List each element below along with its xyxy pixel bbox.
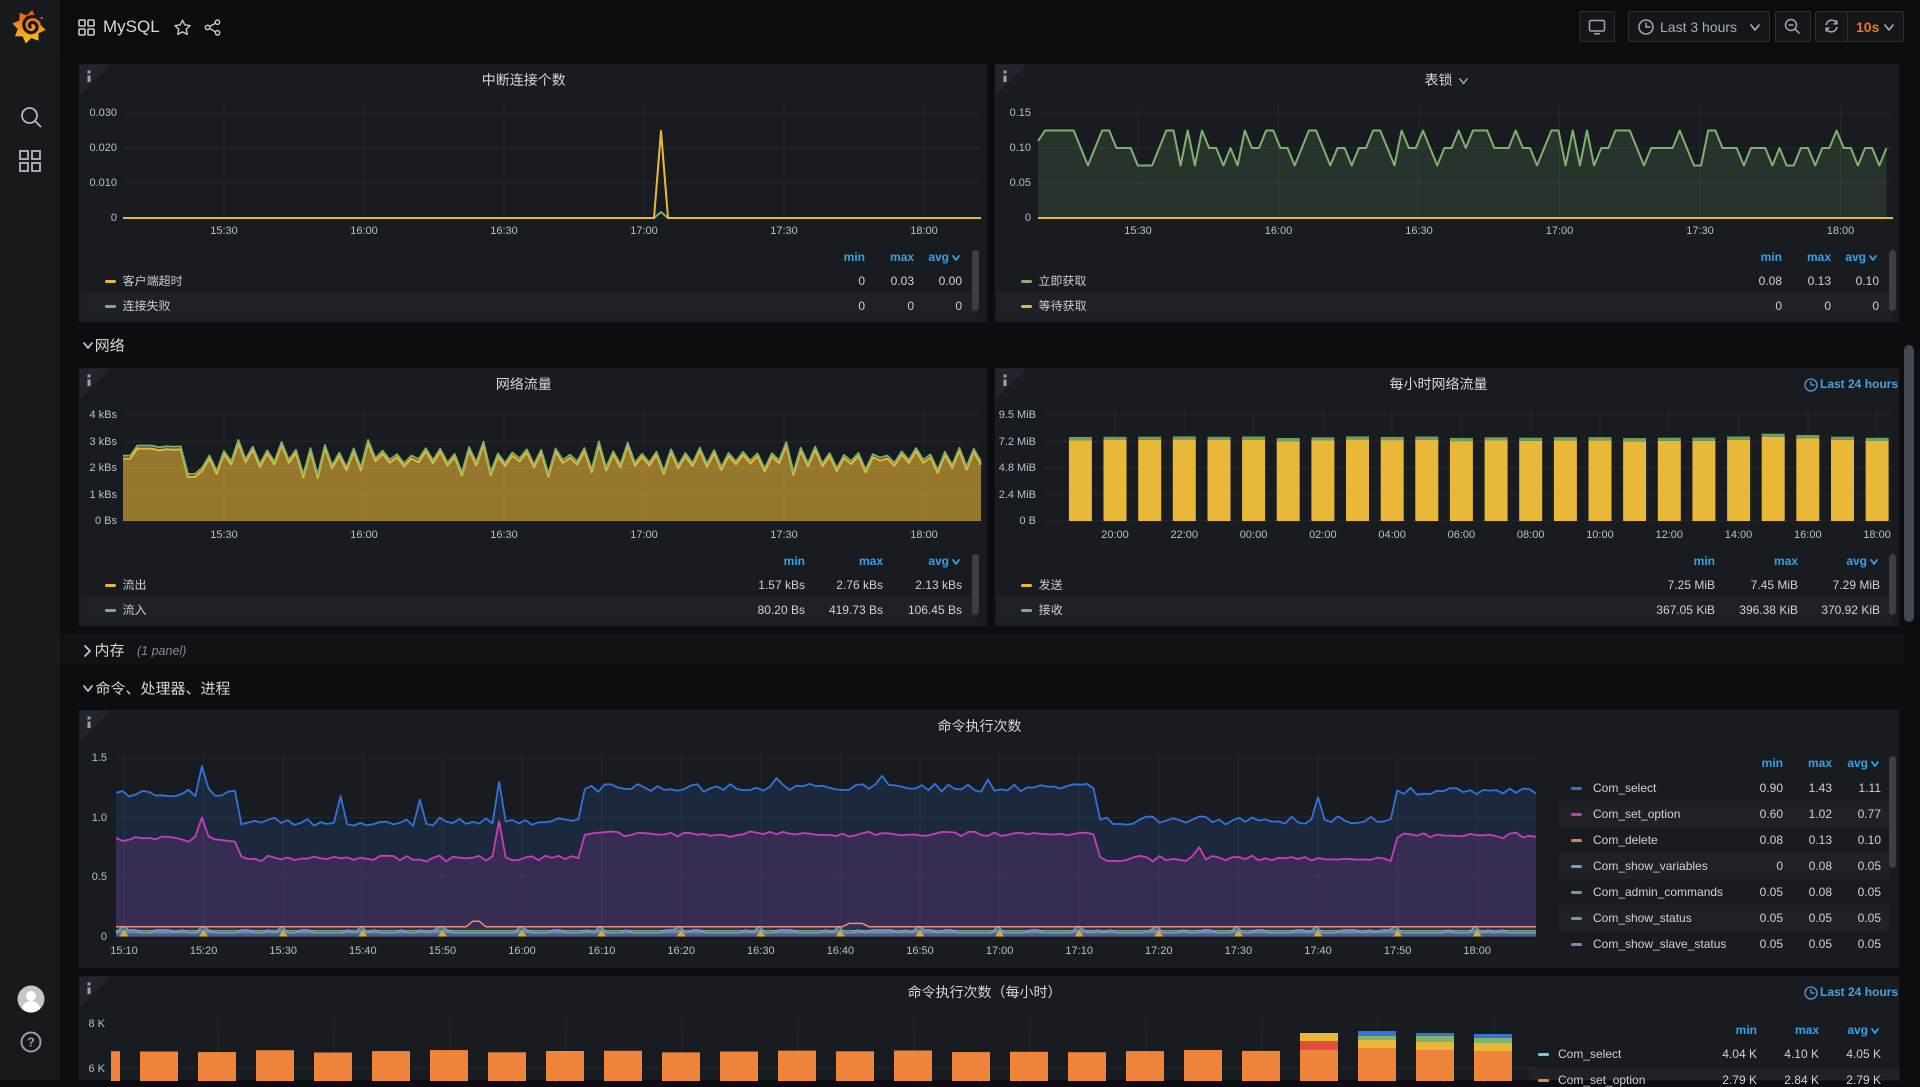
svg-text:?: ?: [27, 1036, 35, 1050]
